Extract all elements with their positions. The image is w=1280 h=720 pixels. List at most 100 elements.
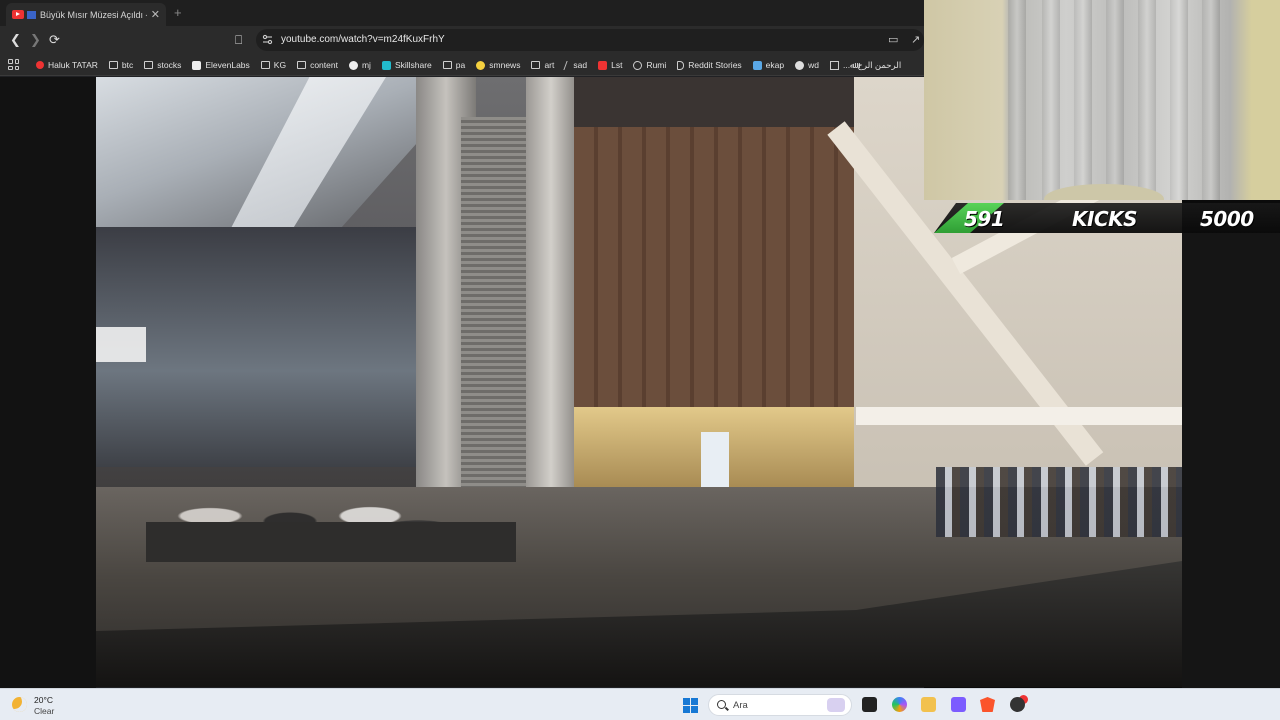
- bookmark-label: ekap: [765, 60, 785, 70]
- elevenlabs-icon: [192, 60, 202, 70]
- bookmark-item[interactable]: ekap: [752, 60, 785, 70]
- moon-weather-icon[interactable]: [12, 697, 27, 712]
- bookmark-list: Haluk TATAR btc stocks ElevenLabs KG content m…: [36, 54, 912, 75]
- youtube-icon: [36, 61, 44, 69]
- kicks-count: 591: [964, 207, 1005, 231]
- bookmarks-bar: Haluk TATAR btc stocks ElevenLabs KG content m…: [0, 54, 924, 76]
- bookmark-item[interactable]: KG: [260, 60, 287, 70]
- bookmark-label: smnews: [489, 60, 521, 70]
- bookmark-item[interactable]: ...الرحمن الرح ﷲ: [829, 59, 902, 71]
- bookmark-item[interactable]: art: [531, 60, 554, 70]
- bookmark-item[interactable]: btc: [108, 60, 134, 70]
- youtube-favicon-icon: [12, 10, 24, 19]
- folder-icon: [260, 61, 270, 69]
- github-icon: [348, 60, 358, 70]
- folder-icon: [144, 61, 154, 69]
- folder-icon: [442, 61, 452, 69]
- wd-icon: [795, 60, 805, 70]
- task-view-icon[interactable]: [862, 697, 877, 712]
- url-text: youtube.com/watch?v=m24fKuxFrhY: [281, 34, 445, 45]
- bookmark-label: Reddit Stories: [688, 60, 742, 70]
- kicks-label: KICKS: [1072, 207, 1138, 231]
- kicks-goal: 5000: [1200, 207, 1254, 231]
- bench: [146, 522, 516, 562]
- cast-icon[interactable]: ▭: [888, 33, 898, 46]
- skillshare-icon: [381, 60, 391, 70]
- bookmark-label: wd: [808, 60, 819, 70]
- search-placeholder: Ara: [733, 700, 748, 711]
- search-highlight-icon: [827, 698, 845, 712]
- back-icon[interactable]: ❮: [10, 32, 21, 48]
- bookmark-item[interactable]: Reddit Stories: [677, 60, 742, 70]
- wood-panel-wall: [574, 127, 854, 407]
- bird-icon: [752, 60, 762, 70]
- s-logo-icon: [598, 60, 608, 70]
- bookmark-label: btc: [121, 60, 134, 70]
- taskbar-search[interactable]: Ara: [708, 694, 852, 716]
- weather-condition[interactable]: Clear: [34, 706, 54, 716]
- video-letterbox-left: [0, 77, 96, 688]
- webcam-overlay: [924, 0, 1280, 200]
- tab-strip: Büyük Mısır Müzesi Açıldı - Y ✕ +: [0, 0, 924, 26]
- obs-studio-icon[interactable]: [1010, 697, 1025, 712]
- windows-taskbar: 20°C Clear Ara: [0, 688, 1280, 720]
- bookmark-item[interactable]: sad: [563, 60, 588, 70]
- bookmark-star-icon[interactable]: ⎕: [235, 32, 242, 48]
- tab-active[interactable]: Büyük Mısır Müzesi Açıldı - Y ✕: [6, 3, 166, 26]
- bookmark-item[interactable]: smnews: [476, 60, 520, 70]
- file-explorer-icon[interactable]: [921, 697, 936, 712]
- bookmark-label: ...الرحمن الرح ﷲ: [842, 59, 902, 70]
- bookmark-label: mj: [361, 60, 371, 70]
- visitors-right: [936, 467, 1182, 537]
- balcony-ledge: [856, 407, 1182, 425]
- bookmark-label: ElevenLabs: [205, 60, 250, 70]
- folder-icon: [108, 61, 118, 69]
- bookmark-label: Rumi: [646, 60, 667, 70]
- bookmark-label: KG: [273, 60, 287, 70]
- document-icon: [829, 60, 839, 70]
- tab-title: Büyük Mısır Müzesi Açıldı - Y: [40, 9, 147, 20]
- bookmark-item[interactable]: wd: [795, 60, 819, 70]
- desktop-screen: Büyük Mısır Müzesi Açıldı - Y ✕ + ❮ ❯ ⟳ …: [0, 0, 1280, 720]
- snipping-tool-icon[interactable]: [951, 697, 966, 712]
- bookmark-label: Skillshare: [394, 60, 432, 70]
- bookmark-item[interactable]: Skillshare: [381, 60, 432, 70]
- bookmark-item[interactable]: Rumi: [633, 60, 666, 70]
- bookmark-item[interactable]: stocks: [144, 60, 181, 70]
- reload-icon[interactable]: ⟳: [49, 32, 60, 48]
- copilot-icon[interactable]: [892, 697, 907, 712]
- wall-panel: [96, 327, 146, 362]
- bookmark-label: art: [544, 60, 555, 70]
- weather-temperature[interactable]: 20°C: [34, 695, 53, 705]
- browser-toolbar: ❮ ❯ ⟳ ⎕ youtube.com/watch?v=m24fKuxFrhY …: [0, 26, 924, 54]
- bookmark-item[interactable]: content: [297, 60, 338, 70]
- bookmark-label: content: [310, 60, 338, 70]
- bookmark-label: Lst: [611, 60, 623, 70]
- bookmark-item[interactable]: mj: [348, 60, 371, 70]
- address-bar[interactable]: youtube.com/watch?v=m24fKuxFrhY ▭ ↗: [256, 29, 924, 51]
- bookmark-item[interactable]: ElevenLabs: [192, 60, 250, 70]
- bookmark-label: sad: [573, 60, 588, 70]
- bookmark-item[interactable]: Lst: [598, 60, 622, 70]
- smiley-icon: [476, 60, 486, 70]
- d-logo-icon: [677, 60, 685, 70]
- bookmark-label: Haluk TATAR: [48, 60, 98, 70]
- tab-close-icon[interactable]: ✕: [151, 8, 160, 21]
- bookmark-label: stocks: [157, 60, 182, 70]
- windows-start-icon[interactable]: [683, 698, 698, 713]
- site-settings-icon[interactable]: [262, 34, 273, 45]
- kicks-counter: 591 KICKS 5000: [934, 201, 1280, 235]
- video-letterbox-right: [1182, 230, 1280, 688]
- apps-grid-icon[interactable]: [8, 59, 19, 70]
- forward-icon[interactable]: ❯: [30, 32, 41, 48]
- globe-icon: [633, 60, 643, 70]
- bookmark-item[interactable]: Haluk TATAR: [36, 60, 98, 70]
- bookmark-label: pa: [455, 60, 466, 70]
- new-tab-button[interactable]: +: [174, 5, 182, 20]
- folder-icon: [531, 61, 541, 69]
- brave-browser-icon[interactable]: [980, 697, 995, 712]
- flag-icon: [27, 10, 36, 19]
- bookmark-item[interactable]: pa: [442, 60, 466, 70]
- share-icon[interactable]: ↗: [911, 33, 920, 46]
- folder-icon: [297, 61, 307, 69]
